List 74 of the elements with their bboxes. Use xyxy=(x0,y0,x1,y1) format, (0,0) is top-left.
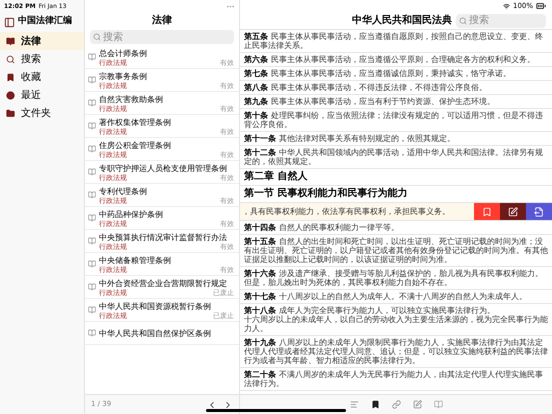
document-title: 中华人民共和国民法典 xyxy=(352,14,452,28)
law-title[interactable]: 宗教事务条例 xyxy=(99,70,234,82)
book-icon xyxy=(88,191,96,199)
article-text: 第十八条 成年人为完全民事行为能力人，可以独立实施民事法律行为。 xyxy=(244,306,496,315)
book-icon xyxy=(88,214,96,222)
section-heading: 第一节 民事权利能力和民事行为能力 xyxy=(244,188,408,200)
export-button[interactable] xyxy=(526,203,552,220)
sidebar-item[interactable]: 最近 xyxy=(0,86,84,104)
bookmark-icon xyxy=(482,206,492,216)
article-text: 十六周岁以上的未成年人，以自己的劳动收入为主要生活来源的，视为完全民事行为能力人。 xyxy=(244,315,548,333)
article-text: 第二十条 不满八周岁的未成年人为无民事行为能力人，由其法定代理人代理实施民事法律行为。 xyxy=(244,370,544,388)
text-lines-icon[interactable] xyxy=(350,400,358,409)
export-icon xyxy=(534,206,544,216)
law-title[interactable]: 中华人民共和国资源税暂行条例 xyxy=(99,300,234,312)
article-text: 第十二条 中华人民共和国领域内的民事活动，适用中华人民共和国法律。法律另有规定的，依照其规定。 xyxy=(244,148,544,166)
article-text: 第十六条 涉及遗产继承、接受赠与等胎儿利益保护的，胎儿视为具有民事权利能力。但是，胎儿娩出时为死体的，其民事权利能力自始不存在。 xyxy=(244,269,544,287)
article-text: ，具有民事权利能力，依法享有民事权利，承担民事义务。 xyxy=(241,206,451,218)
book-icon xyxy=(88,237,96,245)
battery-icon xyxy=(536,1,546,11)
law-title[interactable]: 中央预算执行情况审计监督暂行办法 xyxy=(99,232,234,242)
bookmark-icon xyxy=(6,72,15,82)
book-icon xyxy=(88,329,96,337)
law-title[interactable]: 总会计师条例 xyxy=(99,48,234,58)
article-text: 第六条 民事主体从事民事活动，应当遵循公平原则，合理确定各方的权利和义务。 xyxy=(244,55,536,64)
book-icon xyxy=(88,306,96,314)
law-title[interactable]: 住房公积金管理条例 xyxy=(99,140,234,150)
law-title[interactable]: 专职守护押运人员枪支使用管理条例 xyxy=(99,162,234,174)
chapter-heading: 第二章 自然人 xyxy=(244,171,308,183)
article-text: 第十一条 其他法律对民事关系有特别规定的，依照其规定。 xyxy=(244,134,456,143)
law-title[interactable]: 中央储备粮管理条例 xyxy=(99,254,234,266)
search-icon xyxy=(459,16,467,24)
article-text: 第十九条 八周岁以上的未成年人为限制民事行为能力人，实施民事法律行为由其法定代理人代理或者经其法定代理人同意、追认；但是，可以独立实施纯获利益的民事法律行为或者与其年龄、智力相适应的民事法律行为。 xyxy=(244,338,548,365)
search-field[interactable]: 搜索 xyxy=(90,30,234,44)
book-icon xyxy=(88,145,96,153)
book-icon xyxy=(6,36,15,46)
book-icon xyxy=(88,99,96,107)
article-text: 第九条 民事主体从事民事活动，应当有利于节约资源、保护生态环境。 xyxy=(244,97,496,106)
search-icon xyxy=(6,54,15,64)
search-icon xyxy=(93,33,101,41)
article-text: 第八条 民事主体从事民事活动，不得违反法律，不得违背公序良俗。 xyxy=(244,83,488,92)
wifi-icon xyxy=(502,2,510,10)
law-title[interactable]: 中外合资经营企业合营期限暂行规定 xyxy=(99,278,234,288)
edit-icon[interactable] xyxy=(412,400,422,409)
book-icon xyxy=(88,260,96,268)
sidebar-item[interactable]: 文件夹 xyxy=(0,104,84,122)
article-text: 第十四条 自然人的民事权利能力一律平等。 xyxy=(244,223,400,232)
book-icon xyxy=(88,122,96,130)
link-icon[interactable] xyxy=(392,400,400,409)
law-title[interactable]: 自然灾害救助条例 xyxy=(99,94,234,104)
law-title[interactable]: 中药品种保护条例 xyxy=(99,208,234,220)
sidebar-toggle-icon[interactable] xyxy=(4,16,15,28)
article-text: 第七条 民事主体从事民事活动，应当遵循诚信原则，秉持诚实，恪守承诺。 xyxy=(244,69,512,78)
book-icon xyxy=(88,53,96,61)
article-text: 第十七条 十八周岁以上的自然人为成年人。不满十八周岁的自然人为未成年人。 xyxy=(244,292,528,301)
sidebar-item[interactable]: 收藏 xyxy=(0,68,84,86)
law-title[interactable]: 著作权集体管理条例 xyxy=(99,116,234,128)
folder-icon xyxy=(6,108,15,118)
article-text: 第十五条 自然人的出生时间和死亡时间，以出生证明、死亡证明记载的时间为准；没有出生证明、死亡证明的，以户籍登记或者其他有效身份登记记载的时间为准。有其他证据足以推翻以上记载时间的，以该证据证明的时间为准。 xyxy=(244,237,548,264)
bookmark-button[interactable] xyxy=(474,203,500,220)
book-icon xyxy=(88,283,96,291)
note-button[interactable] xyxy=(500,203,526,220)
article-text: 第五条 民事主体从事民事活动，应当遵循自愿原则，按照自己的意思设立、变更、终止民事法律关系。 xyxy=(244,32,544,50)
sidebar-item[interactable]: 搜索 xyxy=(0,50,84,68)
book-icon xyxy=(88,76,96,84)
bookmark-icon[interactable] xyxy=(370,400,380,409)
list-title: 法律 xyxy=(152,14,172,28)
article-text: 第十条 处理民事纠纷，应当依照法律；法律没有规定的，可以适用习惯，但是不得违背公序良俗。 xyxy=(244,111,544,129)
sidebar-item[interactable]: 法律 xyxy=(0,32,84,50)
app-title: 中国法律汇编 xyxy=(18,15,72,28)
edit-icon xyxy=(508,206,518,216)
law-title[interactable]: 专利代理条例 xyxy=(99,186,234,196)
search-field[interactable]: 搜索 xyxy=(456,14,546,28)
book-icon xyxy=(88,168,96,176)
law-title[interactable]: 中华人民共和国自然保护区条例 xyxy=(99,328,234,338)
